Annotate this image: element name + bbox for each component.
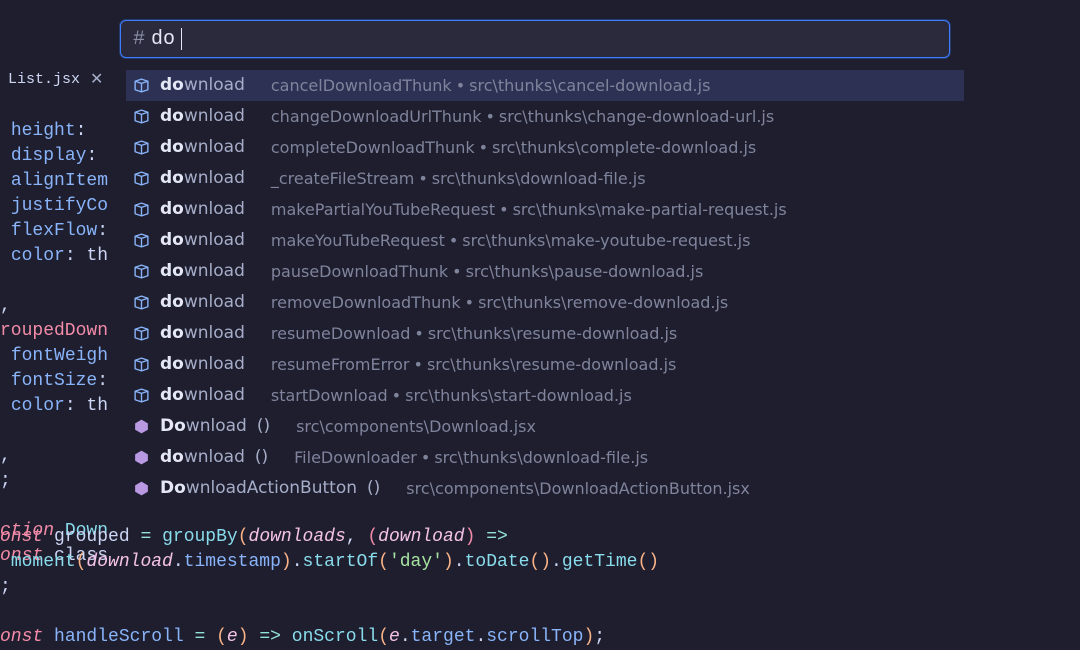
close-icon[interactable]: ✕ [90,69,103,89]
suggestion-detail: completeDownloadThunk•src\thunks\complet… [271,132,756,163]
suggestion-term: download [160,132,245,163]
suggestion-term: download [160,318,245,349]
suggestion-item[interactable]: download changeDownloadUrlThunk•src\thunk… [126,101,964,132]
symbol-icon [132,325,150,342]
suggestion-detail: pauseDownloadThunk•src\thunks\pause-down… [271,256,703,287]
symbol-icon [132,201,150,218]
suggestion-item[interactable]: DownloadActionButton () src\components\Dow… [126,473,964,504]
suggestion-parens: () [257,411,270,442]
suggestion-term: download [160,101,245,132]
class-icon [132,480,150,497]
symbol-icon [132,387,150,404]
suggestion-term: download [160,163,245,194]
suggestion-item[interactable]: Download () src\components\Download.jsx [126,411,964,442]
class-icon [132,418,150,435]
suggestion-detail: FileDownloader•src\thunks\download-file.… [294,442,648,473]
symbol-icon [132,170,150,187]
suggestion-detail: _createFileStream•src\thunks\download-fi… [271,163,646,194]
symbol-icon [132,232,150,249]
suggestion-detail: makePartialYouTubeRequest•src\thunks\mak… [271,194,787,225]
suggestion-detail: startDownload•src\thunks\start-download.… [271,380,632,411]
editor-code: height: display: alignItem justifyCo fle… [0,94,108,569]
suggestion-detail: src\components\DownloadActionButton.jsx [406,473,750,504]
suggestion-detail: resumeFromError•src\thunks\resume-downlo… [271,349,676,380]
symbol-icon [132,263,150,280]
command-palette-input[interactable]: # do [120,20,950,58]
suggestion-item[interactable]: download resumeFromError•src\thunks\resum… [126,349,964,380]
suggestion-term: download [160,194,245,225]
suggestion-item[interactable]: download () FileDownloader•src\thunks\down… [126,442,964,473]
symbol-icon [132,356,150,373]
suggestion-item[interactable]: download startDownload•src\thunks\start-d… [126,380,964,411]
suggestion-item[interactable]: download pauseDownloadThunk•src\thunks\pa… [126,256,964,287]
suggestion-dropdown: download cancelDownloadThunk•src\thunks\c… [126,70,964,504]
suggestion-term: download [160,256,245,287]
suggestion-item[interactable]: download removeDownloadThunk•src\thunks\r… [126,287,964,318]
suggestion-item[interactable]: download cancelDownloadThunk•src\thunks\c… [126,70,964,101]
suggestion-item[interactable]: download makePartialYouTubeRequest•src\th… [126,194,964,225]
suggestion-detail: removeDownloadThunk•src\thunks\remove-do… [271,287,728,318]
suggestion-item[interactable]: download _createFileStream•src\thunks\dow… [126,163,964,194]
class-icon [132,449,150,466]
suggestion-item[interactable]: download makeYouTubeRequest•src\thunks\ma… [126,225,964,256]
editor-code-lower: onst grouped = groupBy(downloads, (downl… [0,525,659,650]
suggestion-detail: resumeDownload•src\thunks\resume-downloa… [271,318,677,349]
suggestion-item[interactable]: download completeDownloadThunk•src\thunks… [126,132,964,163]
suggestion-parens: () [367,473,380,504]
symbol-icon [132,77,150,94]
suggestion-detail: cancelDownloadThunk•src\thunks\cancel-do… [271,70,711,101]
suggestion-term: download [160,380,245,411]
editor-tab[interactable]: List.jsx ✕ [2,65,109,93]
symbol-icon [132,139,150,156]
suggestion-term: DownloadActionButton [160,473,357,504]
suggestion-term: download [160,225,245,256]
symbol-icon [132,294,150,311]
suggestion-parens: () [255,442,268,473]
suggestion-item[interactable]: download resumeDownload•src\thunks\resume… [126,318,964,349]
suggestion-term: download [160,442,245,473]
search-value: do [151,28,175,51]
suggestion-term: download [160,287,245,318]
text-cursor [181,28,182,50]
tab-bar: List.jsx ✕ [0,66,109,92]
suggestion-detail: makeYouTubeRequest•src\thunks\make-youtu… [271,225,751,256]
symbol-icon [132,108,150,125]
suggestion-term: download [160,70,245,101]
suggestion-detail: changeDownloadUrlThunk•src\thunks\change… [271,101,774,132]
search-prefix: # [133,28,145,51]
tab-filename: List.jsx [8,71,80,88]
suggestion-term: Download [160,411,247,442]
suggestion-detail: src\components\Download.jsx [296,411,536,442]
suggestion-term: download [160,349,245,380]
